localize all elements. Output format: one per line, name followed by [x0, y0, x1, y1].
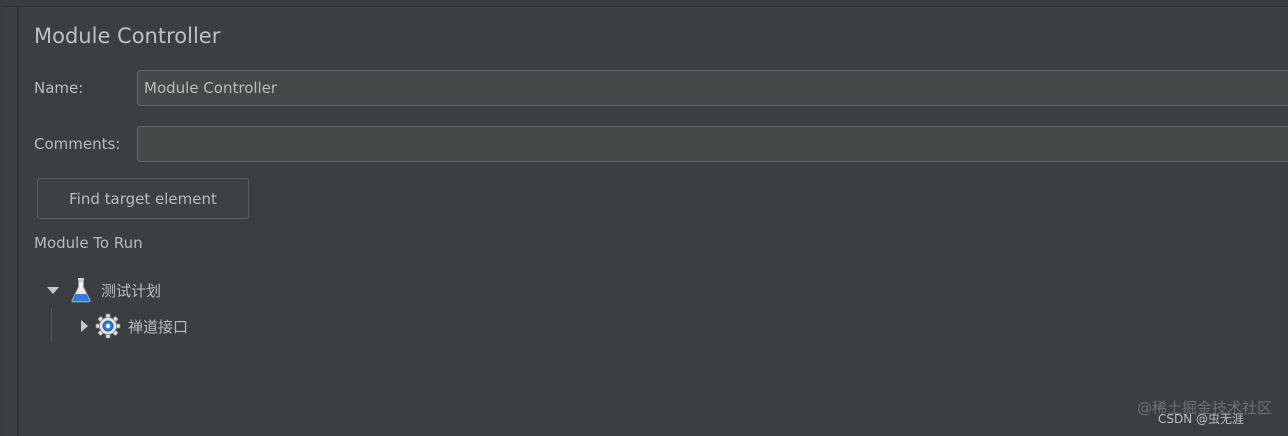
collapsed-triangle-icon[interactable]: [77, 319, 91, 333]
tree-node-label: 禅道接口: [128, 317, 189, 336]
tree-node-test-plan[interactable]: 测试计划: [46, 276, 161, 304]
gear-icon: [95, 313, 121, 339]
tree-node-label: 测试计划: [101, 281, 162, 300]
watermark-author: CSDN @虫无涯: [1157, 412, 1244, 426]
test-plan-flask-icon: [68, 277, 94, 303]
left-edge: [0, 0, 4, 436]
module-to-run-label: Module To Run: [34, 234, 143, 252]
find-target-element-button[interactable]: Find target element: [37, 178, 249, 219]
name-label: Name:: [34, 79, 84, 97]
module-controller-window: Module Controller Name: Comments: Find t…: [0, 0, 1288, 436]
expanded-triangle-icon[interactable]: [46, 283, 60, 297]
tree-node-zentao-interface[interactable]: 禅道接口: [77, 312, 188, 340]
split-pane-divider[interactable]: [17, 6, 19, 436]
name-field[interactable]: [137, 70, 1288, 106]
tree-guide-line: [51, 308, 52, 342]
comments-field[interactable]: [137, 126, 1288, 162]
panel-title: Module Controller: [34, 24, 221, 48]
top-border: [0, 0, 1288, 7]
comments-label: Comments:: [34, 135, 121, 153]
find-target-element-label: Find target element: [69, 189, 217, 208]
